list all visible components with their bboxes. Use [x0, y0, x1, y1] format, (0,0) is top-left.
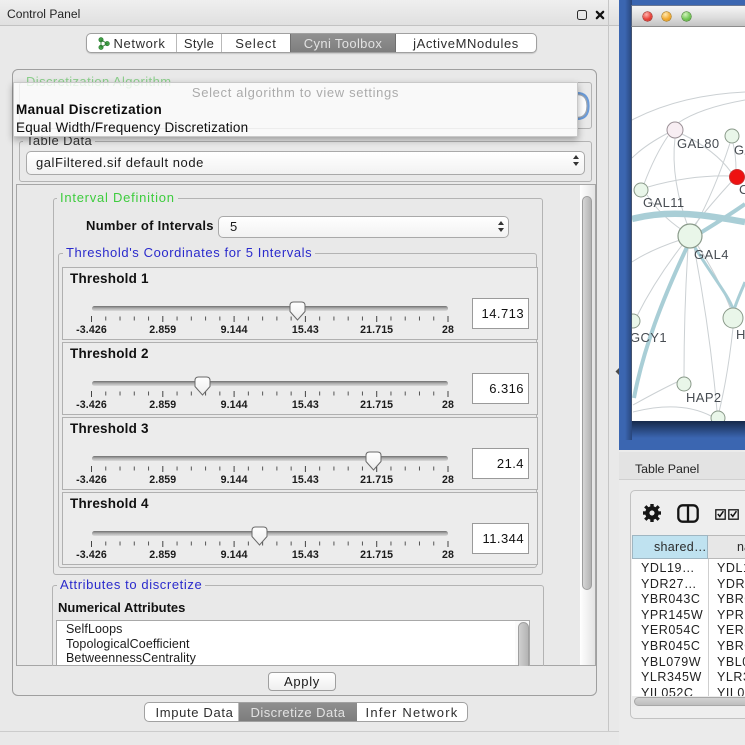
svg-text:HIS: HIS — [736, 327, 745, 342]
svg-text:GCY1: GCY1 — [632, 330, 667, 345]
svg-text:GAL80: GAL80 — [677, 136, 719, 151]
svg-text:GAL4: GAL4 — [694, 247, 729, 262]
svg-text:GAL: GAL — [734, 143, 745, 158]
svg-text:GAL11: GAL11 — [643, 195, 685, 210]
svg-text:CDC: CDC — [739, 182, 745, 197]
svg-text:HAP2: HAP2 — [686, 390, 722, 405]
